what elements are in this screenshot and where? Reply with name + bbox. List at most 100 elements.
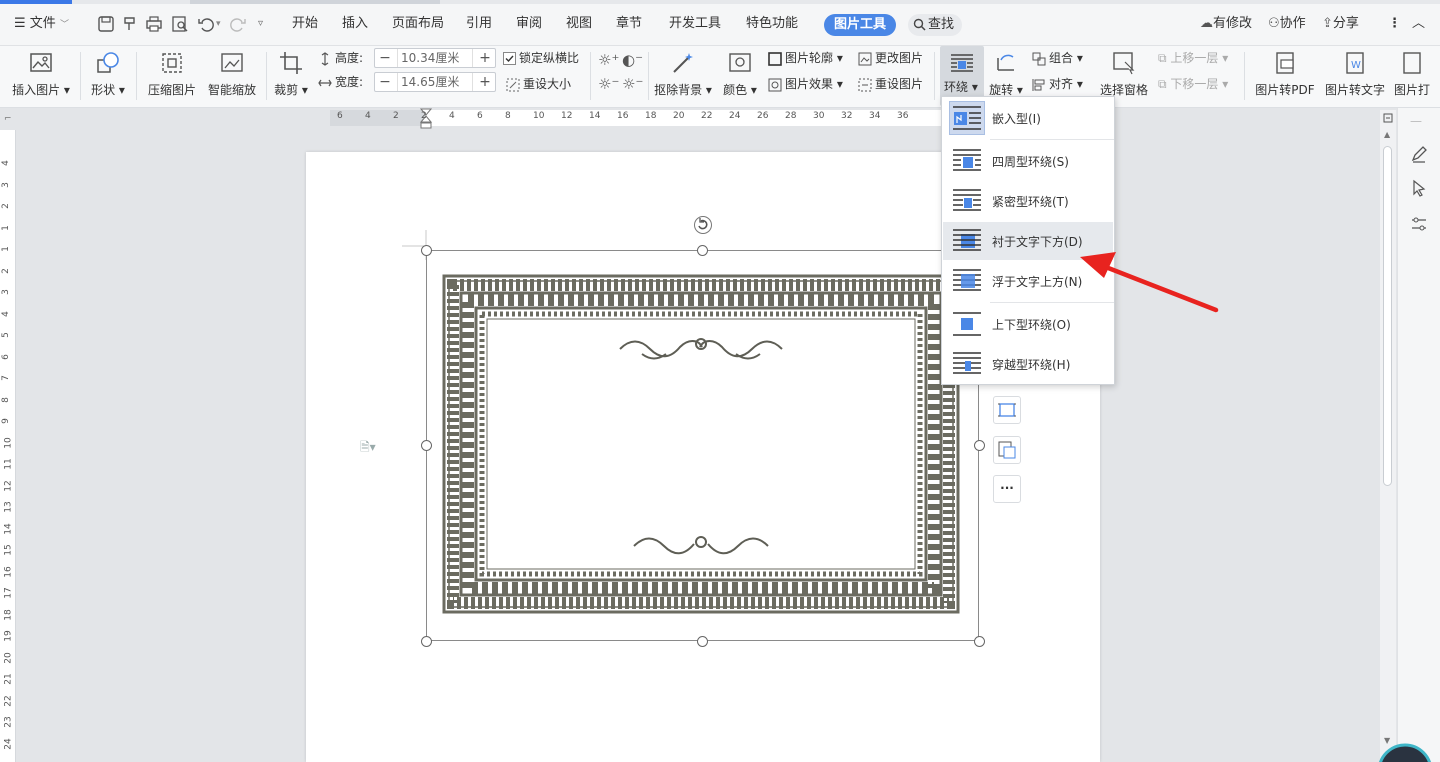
height-stepper[interactable]: − 10.34厘米 + <box>374 48 496 68</box>
reset-size-button[interactable]: 重设大小 <box>506 74 571 94</box>
more-menu-icon[interactable]: ⋮ <box>1388 12 1401 36</box>
ruler-tick-label: 8 <box>505 111 511 121</box>
tab-view[interactable]: 视图 <box>566 12 592 36</box>
undo-icon[interactable] <box>196 14 216 34</box>
tab-chapter[interactable]: 章节 <box>616 12 642 36</box>
align-button[interactable]: 对齐 ▾ <box>1032 74 1083 94</box>
wrap-option-tight[interactable]: 紧密型环绕(T) <box>943 182 1113 220</box>
brightness-decrease-icon[interactable]: ☼⁻ <box>598 74 619 94</box>
person-icon: ⚇ <box>1268 16 1280 31</box>
reset-picture-button[interactable]: 重设图片 <box>858 74 923 94</box>
ruler-tick-label: 36 <box>897 111 909 121</box>
group-button[interactable]: 组合 ▾ <box>1032 48 1083 68</box>
wrap-option-through[interactable]: 穿越型环绕(H) <box>943 345 1113 383</box>
shape-button[interactable]: 形状 ▾ <box>88 46 128 106</box>
picture-to-pdf-button[interactable]: 图片转PDF <box>1252 46 1318 106</box>
wrap-option-inline[interactable]: 嵌入型(I) <box>943 99 1113 137</box>
rotate-handle-icon[interactable] <box>693 215 713 235</box>
height-decrement-button[interactable]: − <box>375 49 395 67</box>
crop-quick-button[interactable] <box>993 396 1021 424</box>
paragraph-layout-icon[interactable]: 🗎▾ <box>360 438 376 459</box>
remove-background-button[interactable]: 抠除背景 ▾ <box>652 46 714 106</box>
picture-to-text-label: 图片转文字 <box>1324 83 1385 97</box>
tab-references[interactable]: 引用 <box>466 12 492 36</box>
height-input[interactable]: 10.34厘米 <box>397 49 473 67</box>
file-menu-button[interactable]: ☰ 文件 ﹀ <box>14 12 69 36</box>
crop-button[interactable]: 裁剪 ▾ <box>272 46 310 106</box>
scrollbar-thumb[interactable] <box>1383 146 1392 486</box>
ruler-tick-label: 20 <box>3 651 14 664</box>
tab-stop-icon[interactable]: ⌐ <box>4 114 12 124</box>
send-backward-button[interactable]: ⧉ 下移一层 ▾ <box>1158 74 1228 94</box>
certificate-border-picture[interactable] <box>442 274 960 614</box>
collapse-ribbon-icon[interactable]: ︿ <box>1412 12 1425 36</box>
tab-special[interactable]: 特色功能 <box>746 12 798 36</box>
scroll-up-icon[interactable]: ▲ <box>1384 130 1390 139</box>
tab-page-layout[interactable]: 页面布局 <box>392 12 444 36</box>
vertical-ruler[interactable]: 4 3 2 1 1 2 3 4 5 6 7 8 9 10 11 12 13 14 15 16 17 18 19 20 21 22 2… <box>0 130 16 762</box>
effect-icon <box>768 78 782 91</box>
assistant-orb-icon[interactable] <box>1376 742 1434 762</box>
bring-forward-button[interactable]: ⧉ 上移一层 ▾ <box>1158 48 1228 68</box>
lock-ratio-checkbox[interactable]: 锁定纵横比 <box>503 48 579 68</box>
wrap-in-front-icon <box>953 269 981 291</box>
panel-collapse-icon[interactable]: — <box>1410 114 1422 128</box>
ruler-tick-label: 2 <box>0 203 11 209</box>
share-button[interactable]: ⇪分享 <box>1322 12 1359 36</box>
chevron-down-icon: ﹀ <box>59 20 69 30</box>
pen-icon[interactable] <box>1409 144 1429 164</box>
customize-toolbar-icon[interactable]: ▿ <box>258 12 263 36</box>
resize-handle-top[interactable] <box>697 245 708 256</box>
change-picture-button[interactable]: 更改图片 <box>858 48 923 68</box>
wrap-option-square[interactable]: 四周型环绕(S) <box>943 142 1113 180</box>
settings-sliders-icon[interactable] <box>1409 214 1429 234</box>
resize-handle-right[interactable] <box>974 440 985 451</box>
picture-effect-button[interactable]: 图片效果 ▾ <box>768 74 843 94</box>
resize-handle-top-left[interactable] <box>421 245 432 256</box>
picture-to-text-button[interactable]: W 图片转文字 <box>1322 46 1388 106</box>
cloud-sync-icon: ☁ <box>1200 16 1213 31</box>
ruler-tick-label: 34 <box>869 111 881 121</box>
brightness-increase-icon[interactable]: ☼⁺ <box>598 50 619 70</box>
scroll-page-icon[interactable] <box>1383 113 1393 123</box>
width-increment-button[interactable]: + <box>475 73 495 91</box>
more-options-icon[interactable]: ··· <box>993 475 1021 503</box>
vertical-scrollbar[interactable]: ▲ ▼ <box>1380 110 1396 762</box>
resize-handle-bottom[interactable] <box>697 636 708 647</box>
tab-review[interactable]: 审阅 <box>516 12 542 36</box>
picture-more-button[interactable]: 图片打 <box>1392 46 1432 106</box>
horizontal-ruler[interactable]: ⌐ 6 4 2 2 4 6 8 10 12 14 16 18 20 22 24 26 28 30 32 34 36 <box>0 108 1440 130</box>
tab-home[interactable]: 开始 <box>292 12 318 36</box>
resize-handle-bottom-right[interactable] <box>974 636 985 647</box>
tab-picture-tools[interactable]: 图片工具 <box>824 14 896 36</box>
save-icon[interactable] <box>96 14 116 34</box>
print-preview-icon[interactable] <box>170 14 190 34</box>
insert-picture-button[interactable]: 插入图片 ▾ <box>10 46 72 106</box>
tab-insert[interactable]: 插入 <box>342 12 368 36</box>
contrast-increase-icon[interactable]: ◐⁻ <box>622 50 643 70</box>
print-icon[interactable] <box>144 14 164 34</box>
format-painter-icon[interactable] <box>120 14 140 34</box>
collaborate-button[interactable]: ⚇协作 <box>1268 12 1306 36</box>
picture-outline-button[interactable]: 图片轮廓 ▾ <box>768 48 843 68</box>
contrast-decrease-icon[interactable]: ☼⁻ <box>622 74 643 94</box>
compress-picture-button[interactable]: 压缩图片 <box>144 46 200 106</box>
resize-handle-left[interactable] <box>421 440 432 451</box>
right-side-panel: — <box>1397 108 1440 762</box>
width-stepper[interactable]: − 14.65厘米 + <box>374 72 496 92</box>
smart-zoom-button[interactable]: 智能缩放 <box>204 46 260 106</box>
color-button[interactable]: 颜色 ▾ <box>720 46 760 106</box>
height-increment-button[interactable]: + <box>475 49 495 67</box>
tab-developer[interactable]: 开发工具 <box>669 12 721 36</box>
width-decrement-button[interactable]: − <box>375 73 395 91</box>
modified-button[interactable]: ☁有修改 <box>1200 12 1252 36</box>
resize-handle-bottom-left[interactable] <box>421 636 432 647</box>
cursor-icon[interactable] <box>1409 178 1429 198</box>
search-button[interactable]: 查找 <box>908 14 962 36</box>
width-input[interactable]: 14.65厘米 <box>397 73 473 91</box>
redo-icon[interactable] <box>228 14 248 34</box>
lock-ratio-label: 锁定纵横比 <box>519 51 580 65</box>
ruler-tick-label: 18 <box>645 111 657 121</box>
picture-to-text-quick-button[interactable] <box>993 436 1021 464</box>
undo-dropdown-icon[interactable]: ▾ <box>216 12 221 36</box>
